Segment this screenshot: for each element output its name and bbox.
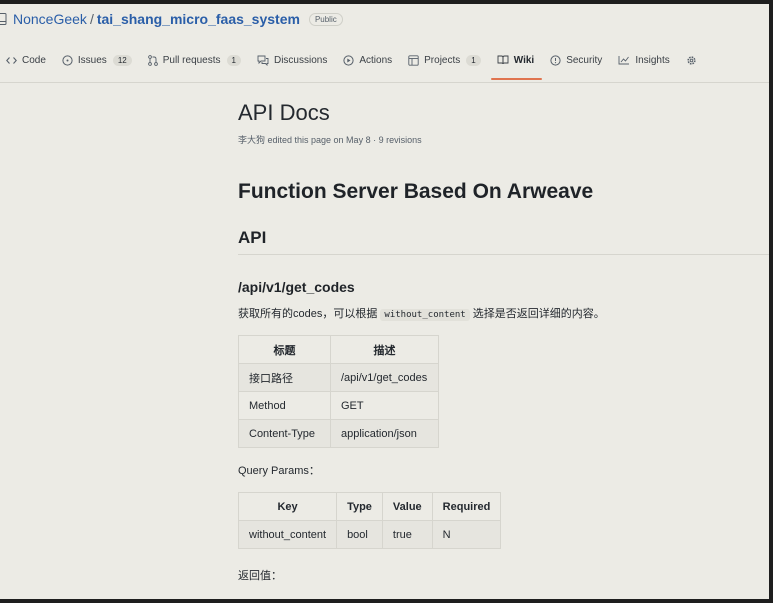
table-header-row: 标题 描述 <box>238 335 439 364</box>
table-header-row: Key Type Value Required <box>237 492 502 521</box>
tab-actions[interactable]: Actions <box>337 46 402 74</box>
desc-inline-code: without_content <box>380 309 470 321</box>
query-params-table: Key Type Value Required without_content … <box>237 492 502 549</box>
repo-nav-tabs: Code Issues 12 Pull requests 1 Discussio… <box>0 46 769 83</box>
issues-count: 12 <box>112 54 132 66</box>
tab-code[interactable]: Code <box>0 46 56 74</box>
doc-heading-api: API <box>238 228 769 255</box>
tab-pull-requests[interactable]: Pull requests 1 <box>142 46 251 74</box>
pull-request-icon <box>147 54 158 66</box>
book-icon <box>497 55 509 65</box>
table-cell: bool <box>336 520 383 549</box>
tab-security[interactable]: Security <box>544 46 612 74</box>
path-separator: / <box>89 11 94 27</box>
table-header-cell: Required <box>431 492 502 521</box>
tab-projects[interactable]: Projects 1 <box>402 46 491 74</box>
tab-label: Actions <box>359 54 393 66</box>
repo-owner-link[interactable]: NonceGeek <box>13 11 87 27</box>
table-row: 接口路径 /api/v1/get_codes <box>238 363 439 392</box>
repo-name-link[interactable]: tai_shang_micro_faas_system <box>97 11 300 27</box>
table-cell: Method <box>238 391 331 420</box>
tab-discussions[interactable]: Discussions <box>251 46 337 74</box>
gear-icon <box>686 55 697 66</box>
table-cell: without_content <box>237 520 338 549</box>
table-row: Method GET <box>238 391 439 420</box>
issue-icon <box>62 54 73 66</box>
visibility-badge: Public <box>308 12 343 26</box>
desc-text-before: 获取所有的codes，可以根据 <box>238 308 381 320</box>
table-cell: true <box>381 520 433 549</box>
query-params-label: Query Params： <box>238 465 320 477</box>
tab-label: Issues <box>77 54 107 66</box>
desc-text-after: 选择是否返回详细的内容。 <box>469 308 605 320</box>
doc-heading-1: Function Server Based On Arweave <box>238 180 594 203</box>
tab-label: Insights <box>635 54 670 66</box>
return-value-label: 返回值： <box>238 570 282 582</box>
edit-history-link[interactable]: 李大狗 edited this page on May 8 · 9 revisi… <box>238 133 769 146</box>
table-cell: Content-Type <box>238 419 331 448</box>
graph-icon <box>618 55 630 65</box>
tab-insights[interactable]: Insights <box>612 46 679 74</box>
tab-label: Wiki <box>513 54 535 66</box>
tab-label: Pull requests <box>162 54 221 66</box>
code-icon <box>6 56 17 65</box>
table-cell: 接口路径 <box>238 363 331 392</box>
table-header-cell: 描述 <box>330 335 439 364</box>
endpoint-description: 获取所有的codes，可以根据 without_content 选择是否返回详细… <box>238 305 769 321</box>
projects-count: 1 <box>466 54 481 66</box>
table-cell: N <box>431 520 502 549</box>
tab-settings[interactable] <box>680 46 712 74</box>
pull-requests-count: 1 <box>226 54 241 66</box>
table-cell: /api/v1/get_codes <box>330 363 439 392</box>
page-title: API Docs <box>238 100 330 125</box>
table-header-cell: Value <box>381 492 433 521</box>
discussion-icon <box>257 55 269 66</box>
tab-issues[interactable]: Issues 12 <box>56 46 142 74</box>
table-cell: application/json <box>330 419 439 448</box>
table-header-cell: Type <box>336 492 383 521</box>
table-header-cell: Key <box>237 492 338 521</box>
tab-wiki[interactable]: Wiki <box>490 46 544 80</box>
shield-icon <box>550 54 561 66</box>
tab-label: Security <box>566 54 603 66</box>
repo-icon <box>0 13 7 25</box>
tab-label: Discussions <box>273 54 328 66</box>
table-cell: GET <box>330 391 439 420</box>
table-row: without_content bool true N <box>237 520 502 549</box>
endpoint-info-table: 标题 描述 接口路径 /api/v1/get_codes Method GET … <box>238 335 439 448</box>
wiki-content: API Docs 李大狗 edited this page on May 8 ·… <box>237 100 769 583</box>
project-icon <box>408 54 419 66</box>
repo-header: NonceGeek / tai_shang_micro_faas_system … <box>0 4 769 34</box>
play-icon <box>343 54 354 66</box>
tab-label: Projects <box>424 54 461 66</box>
table-header-cell: 标题 <box>238 335 331 364</box>
endpoint-heading: /api/v1/get_codes <box>238 279 355 295</box>
tab-label: Code <box>22 54 46 66</box>
browser-page: NonceGeek / tai_shang_micro_faas_system … <box>0 4 769 599</box>
table-row: Content-Type application/json <box>238 419 439 448</box>
